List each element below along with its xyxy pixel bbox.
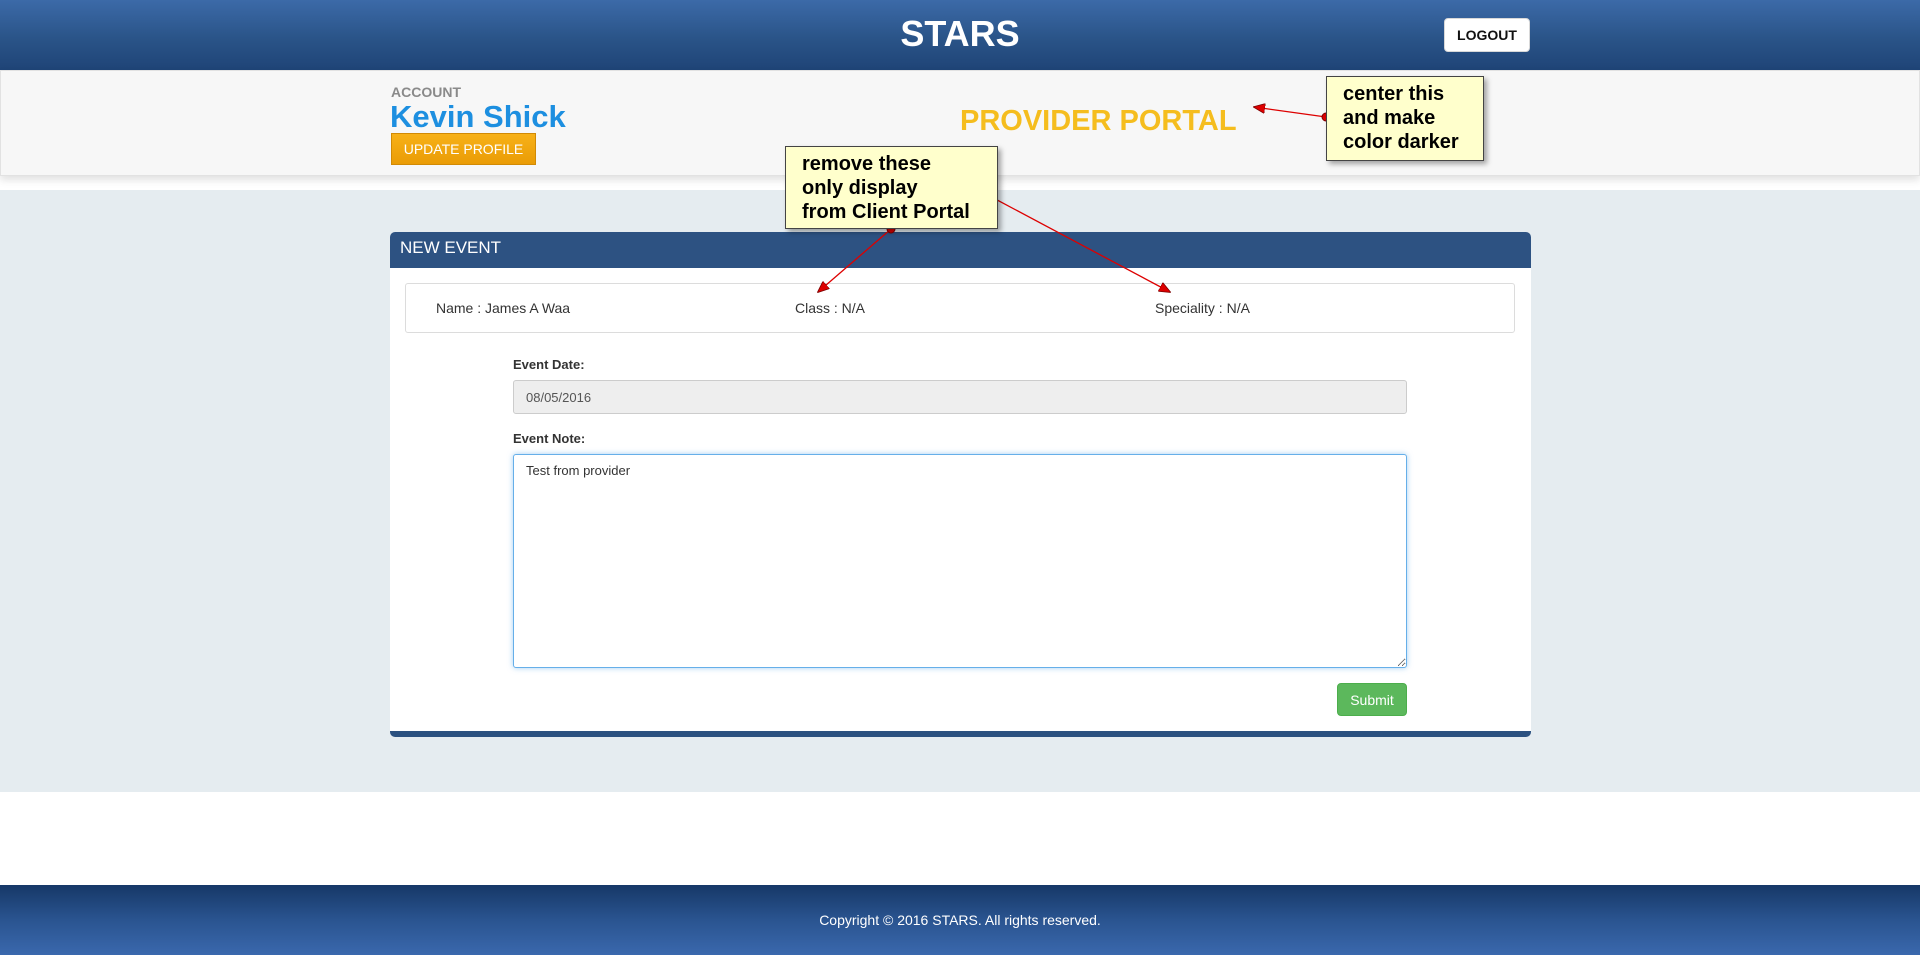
event-date-label: Event Date: (513, 357, 585, 372)
logout-button[interactable]: LOGOUT (1444, 18, 1530, 52)
event-date-input[interactable] (513, 380, 1407, 414)
footer-copyright: Copyright © 2016 STARS. All rights reser… (0, 885, 1920, 955)
client-class: Class : N/A (795, 300, 866, 316)
client-info-box: Name : James A Waa Class : N/A Specialit… (405, 283, 1515, 333)
client-speciality: Speciality : N/A (1155, 300, 1250, 316)
annotation-note-center: center this and make color darker (1326, 76, 1484, 161)
panel-title: NEW EVENT (390, 232, 1531, 268)
account-label: ACCOUNT (391, 84, 461, 100)
event-note-textarea[interactable]: Test from provider (513, 454, 1407, 668)
brand-title: STARS (900, 13, 1020, 54)
client-name: Name : James A Waa (436, 300, 571, 316)
top-header: STARS LOGOUT (0, 0, 1920, 70)
submit-button[interactable]: Submit (1337, 683, 1407, 716)
event-note-label: Event Note: (513, 431, 586, 446)
account-name: Kevin Shick (390, 99, 566, 134)
update-profile-button[interactable]: UPDATE PROFILE (391, 133, 536, 165)
annotation-note-remove: remove these only display from Client Po… (785, 146, 998, 229)
portal-title: PROVIDER PORTAL (960, 105, 1237, 137)
new-event-panel: NEW EVENT Name : James A Waa Class : N/A… (390, 232, 1531, 737)
